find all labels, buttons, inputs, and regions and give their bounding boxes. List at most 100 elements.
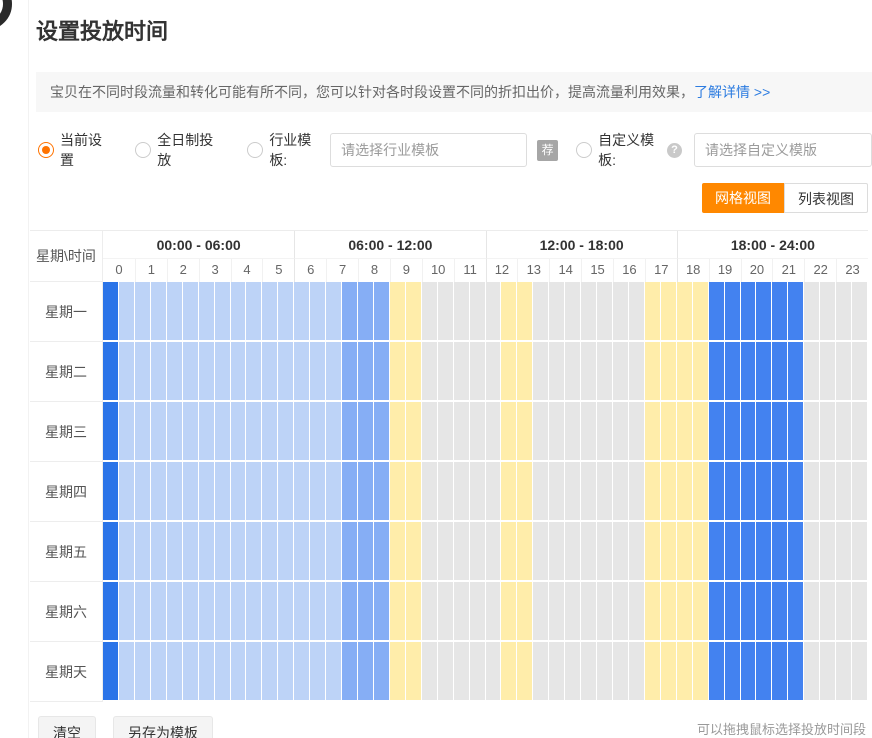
time-cell[interactable]: [454, 462, 470, 522]
time-cell[interactable]: [390, 522, 406, 582]
time-cell[interactable]: [772, 522, 788, 582]
time-cell[interactable]: [199, 642, 215, 702]
time-cell[interactable]: [756, 282, 772, 342]
time-cell[interactable]: [804, 522, 820, 582]
time-cell[interactable]: [422, 342, 438, 402]
custom-template-input[interactable]: [694, 133, 872, 167]
time-cell[interactable]: [454, 402, 470, 462]
time-cell[interactable]: [262, 282, 278, 342]
time-cell[interactable]: [501, 522, 517, 582]
time-cell[interactable]: [756, 642, 772, 702]
time-cell[interactable]: [119, 522, 135, 582]
time-cell[interactable]: [597, 582, 613, 642]
time-cell[interactable]: [772, 462, 788, 522]
time-cell[interactable]: [725, 402, 741, 462]
time-cell[interactable]: [741, 522, 757, 582]
time-cell[interactable]: [135, 642, 151, 702]
time-cell[interactable]: [645, 582, 661, 642]
time-cell[interactable]: [183, 402, 199, 462]
time-cell[interactable]: [167, 282, 183, 342]
time-cell[interactable]: [629, 342, 645, 402]
time-cell[interactable]: [246, 282, 262, 342]
time-cell[interactable]: [406, 282, 422, 342]
time-cell[interactable]: [262, 462, 278, 522]
time-cell[interactable]: [135, 522, 151, 582]
radio-fulltime[interactable]: 全日制投放: [135, 130, 219, 170]
time-cell[interactable]: [246, 342, 262, 402]
time-cell[interactable]: [151, 522, 167, 582]
clear-button[interactable]: 清空: [38, 716, 96, 738]
time-cell[interactable]: [629, 642, 645, 702]
time-cell[interactable]: [103, 462, 119, 522]
time-cell[interactable]: [836, 522, 852, 582]
time-cell[interactable]: [820, 402, 836, 462]
time-cell[interactable]: [199, 522, 215, 582]
time-cell[interactable]: [517, 462, 533, 522]
time-cell[interactable]: [549, 462, 565, 522]
time-cell[interactable]: [677, 342, 693, 402]
time-cell[interactable]: [199, 342, 215, 402]
time-cell[interactable]: [613, 342, 629, 402]
time-cell[interactable]: [438, 582, 454, 642]
time-cell[interactable]: [342, 522, 358, 582]
time-cell[interactable]: [709, 582, 725, 642]
time-cell[interactable]: [246, 462, 262, 522]
time-cell[interactable]: [613, 582, 629, 642]
time-cell[interactable]: [613, 642, 629, 702]
time-cell[interactable]: [151, 342, 167, 402]
time-cell[interactable]: [183, 282, 199, 342]
time-cell[interactable]: [278, 402, 294, 462]
time-cell[interactable]: [167, 462, 183, 522]
time-cell[interactable]: [756, 522, 772, 582]
time-cell[interactable]: [422, 282, 438, 342]
time-cell[interactable]: [374, 642, 390, 702]
time-cell[interactable]: [294, 282, 310, 342]
time-cell[interactable]: [533, 522, 549, 582]
time-cell[interactable]: [406, 522, 422, 582]
time-cell[interactable]: [390, 282, 406, 342]
time-cell[interactable]: [374, 582, 390, 642]
time-cell[interactable]: [310, 342, 326, 402]
time-cell[interactable]: [231, 642, 247, 702]
time-cell[interactable]: [167, 642, 183, 702]
time-cell[interactable]: [167, 522, 183, 582]
time-cell[interactable]: [549, 642, 565, 702]
time-cell[interactable]: [549, 522, 565, 582]
time-cell[interactable]: [501, 342, 517, 402]
time-cell[interactable]: [581, 342, 597, 402]
time-cell[interactable]: [645, 282, 661, 342]
time-cell[interactable]: [661, 462, 677, 522]
time-cell[interactable]: [756, 582, 772, 642]
time-cell[interactable]: [278, 342, 294, 402]
time-cell[interactable]: [645, 642, 661, 702]
time-cell[interactable]: [565, 282, 581, 342]
time-cell[interactable]: [215, 582, 231, 642]
time-cell[interactable]: [661, 522, 677, 582]
time-cell[interactable]: [836, 342, 852, 402]
time-cell[interactable]: [135, 462, 151, 522]
time-cell[interactable]: [454, 342, 470, 402]
time-cell[interactable]: [246, 522, 262, 582]
time-cell[interactable]: [486, 342, 502, 402]
time-cell[interactable]: [725, 282, 741, 342]
time-cell[interactable]: [486, 462, 502, 522]
time-cell[interactable]: [820, 642, 836, 702]
time-cell[interactable]: [342, 402, 358, 462]
time-cell[interactable]: [438, 642, 454, 702]
time-cell[interactable]: [406, 402, 422, 462]
time-cell[interactable]: [629, 402, 645, 462]
time-cell[interactable]: [390, 342, 406, 402]
time-cell[interactable]: [772, 582, 788, 642]
time-cell[interactable]: [103, 642, 119, 702]
time-cell[interactable]: [549, 582, 565, 642]
time-cell[interactable]: [422, 462, 438, 522]
time-cell[interactable]: [852, 522, 868, 582]
time-cell[interactable]: [741, 342, 757, 402]
time-cell[interactable]: [215, 402, 231, 462]
time-cell[interactable]: [151, 582, 167, 642]
time-cell[interactable]: [677, 642, 693, 702]
time-cell[interactable]: [326, 522, 342, 582]
time-cell[interactable]: [820, 582, 836, 642]
time-cell[interactable]: [422, 522, 438, 582]
time-cell[interactable]: [294, 582, 310, 642]
